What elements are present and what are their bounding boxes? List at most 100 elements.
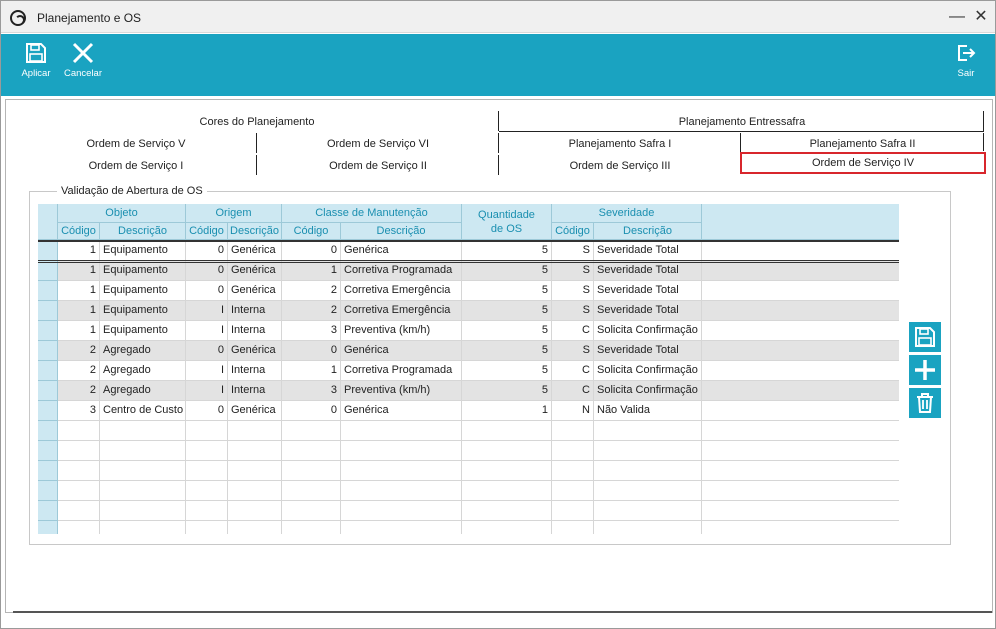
severidade-codigo-cell[interactable]: S (552, 241, 594, 261)
table-row[interactable]: 1 Equipamento 0 Genérica 2 Corretiva Emergênc… (38, 281, 899, 301)
apply-button[interactable]: Aplicar (15, 42, 57, 92)
origem-descricao-cell[interactable] (228, 421, 282, 441)
severidade-descricao-cell[interactable] (594, 481, 702, 501)
filler-cell[interactable] (702, 461, 899, 481)
classe-descricao-cell[interactable] (341, 481, 462, 501)
row-indicator[interactable] (38, 241, 58, 261)
quantidade-os-cell[interactable]: 1 (462, 401, 552, 421)
row-indicator[interactable] (38, 421, 58, 441)
origem-descricao-cell[interactable]: Genérica (228, 241, 282, 261)
origem-descricao-cell[interactable] (228, 461, 282, 481)
objeto-codigo-cell[interactable] (58, 481, 100, 501)
empty-row[interactable] (38, 521, 899, 534)
objeto-codigo-cell[interactable] (58, 501, 100, 521)
severidade-descricao-cell[interactable] (594, 501, 702, 521)
quantidade-os-cell[interactable] (462, 461, 552, 481)
header-objeto-descricao[interactable]: Descrição (100, 223, 186, 240)
objeto-codigo-cell[interactable]: 1 (58, 241, 100, 261)
filler-cell[interactable] (702, 361, 899, 381)
classe-descricao-cell[interactable]: Preventiva (km/h) (341, 381, 462, 401)
classe-descricao-cell[interactable]: Corretiva Programada (341, 361, 462, 381)
severidade-codigo-cell[interactable] (552, 521, 594, 534)
classe-descricao-cell[interactable] (341, 461, 462, 481)
classe-descricao-cell[interactable]: Genérica (341, 241, 462, 261)
origem-descricao-cell[interactable]: Genérica (228, 261, 282, 281)
origem-codigo-cell[interactable]: I (186, 301, 228, 321)
row-indicator[interactable] (38, 441, 58, 461)
quantidade-os-cell[interactable]: 5 (462, 281, 552, 301)
quantidade-os-cell[interactable]: 5 (462, 241, 552, 261)
objeto-descricao-cell[interactable]: Centro de Custo (100, 401, 186, 421)
row-indicator[interactable] (38, 321, 58, 341)
severidade-descricao-cell[interactable]: Solicita Confirmação (594, 361, 702, 381)
filler-cell[interactable] (702, 301, 899, 321)
tab-os-ii[interactable]: Ordem de Serviço II (257, 155, 499, 177)
origem-codigo-cell[interactable] (186, 441, 228, 461)
severidade-codigo-cell[interactable] (552, 501, 594, 521)
table-row[interactable]: 2 Agregado I Interna 1 Corretiva Programada 5 C… (38, 361, 899, 381)
tab-planejamento-entressafra[interactable]: Planejamento Entressafra (499, 111, 985, 133)
severidade-codigo-cell[interactable]: S (552, 261, 594, 281)
objeto-codigo-cell[interactable]: 2 (58, 341, 100, 361)
row-indicator[interactable] (38, 501, 58, 521)
quantidade-os-cell[interactable] (462, 421, 552, 441)
classe-descricao-cell[interactable]: Corretiva Programada (341, 261, 462, 281)
severidade-descricao-cell[interactable]: Severidade Total (594, 261, 702, 281)
objeto-codigo-cell[interactable]: 2 (58, 381, 100, 401)
quantidade-os-cell[interactable]: 5 (462, 321, 552, 341)
quantidade-os-cell[interactable]: 5 (462, 301, 552, 321)
objeto-codigo-cell[interactable]: 1 (58, 281, 100, 301)
table-row[interactable]: 1 Equipamento 0 Genérica 0 Genérica 5 S Severida… (38, 241, 899, 261)
classe-codigo-cell[interactable] (282, 481, 341, 501)
tab-os-v[interactable]: Ordem de Serviço V (15, 133, 257, 155)
severidade-codigo-cell[interactable]: S (552, 301, 594, 321)
origem-codigo-cell[interactable] (186, 481, 228, 501)
tab-cores-do-planejamento[interactable]: Cores do Planejamento (15, 111, 499, 133)
origem-codigo-cell[interactable]: 0 (186, 401, 228, 421)
filler-cell[interactable] (702, 501, 899, 521)
classe-descricao-cell[interactable]: Genérica (341, 341, 462, 361)
origem-descricao-cell[interactable] (228, 521, 282, 534)
tab-os-iii[interactable]: Ordem de Serviço III (499, 155, 741, 177)
objeto-descricao-cell[interactable]: Agregado (100, 341, 186, 361)
table-row[interactable]: 2 Agregado I Interna 3 Preventiva (km/h) 5 C Sol… (38, 381, 899, 401)
classe-codigo-cell[interactable] (282, 501, 341, 521)
objeto-descricao-cell[interactable] (100, 481, 186, 501)
objeto-descricao-cell[interactable] (100, 441, 186, 461)
severidade-codigo-cell[interactable]: N (552, 401, 594, 421)
empty-row[interactable] (38, 461, 899, 481)
classe-descricao-cell[interactable] (341, 441, 462, 461)
tab-os-iv-selected[interactable]: Ordem de Serviço IV (740, 152, 986, 174)
objeto-codigo-cell[interactable] (58, 521, 100, 534)
severidade-codigo-cell[interactable] (552, 421, 594, 441)
classe-codigo-cell[interactable]: 3 (282, 381, 341, 401)
row-indicator[interactable] (38, 401, 58, 421)
header-origem-descricao[interactable]: Descrição (228, 223, 282, 240)
objeto-codigo-cell[interactable]: 1 (58, 301, 100, 321)
classe-codigo-cell[interactable]: 1 (282, 361, 341, 381)
severidade-descricao-cell[interactable]: Solicita Confirmação (594, 321, 702, 341)
table-row[interactable]: 3 Centro de Custo 0 Genérica 0 Genérica 1 N Não … (38, 401, 899, 421)
classe-descricao-cell[interactable]: Corretiva Emergência (341, 281, 462, 301)
origem-codigo-cell[interactable]: 0 (186, 341, 228, 361)
objeto-descricao-cell[interactable]: Equipamento (100, 281, 186, 301)
severidade-descricao-cell[interactable] (594, 521, 702, 534)
table-row[interactable]: 2 Agregado 0 Genérica 0 Genérica 5 S Severidade … (38, 341, 899, 361)
save-row-button[interactable] (909, 322, 941, 352)
origem-descricao-cell[interactable]: Interna (228, 361, 282, 381)
classe-codigo-cell[interactable]: 2 (282, 281, 341, 301)
severidade-codigo-cell[interactable] (552, 461, 594, 481)
row-indicator[interactable] (38, 301, 58, 321)
severidade-codigo-cell[interactable]: C (552, 321, 594, 341)
empty-row[interactable] (38, 481, 899, 501)
objeto-descricao-cell[interactable]: Equipamento (100, 241, 186, 261)
header-severidade-descricao[interactable]: Descrição (594, 223, 702, 240)
severidade-codigo-cell[interactable] (552, 481, 594, 501)
close-button[interactable]: ✕ (971, 7, 991, 27)
quantidade-os-cell[interactable] (462, 481, 552, 501)
origem-codigo-cell[interactable]: 0 (186, 241, 228, 261)
classe-codigo-cell[interactable]: 1 (282, 261, 341, 281)
objeto-descricao-cell[interactable]: Equipamento (100, 261, 186, 281)
objeto-codigo-cell[interactable]: 2 (58, 361, 100, 381)
classe-codigo-cell[interactable]: 0 (282, 241, 341, 261)
